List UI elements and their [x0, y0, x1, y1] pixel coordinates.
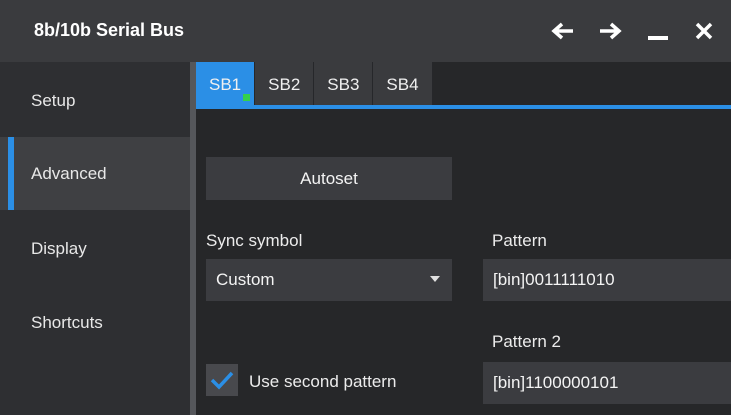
sidebar-item-label: Display [31, 238, 87, 258]
pattern-label: Pattern [492, 231, 547, 250]
window-title: 8b/10b Serial Bus [34, 20, 185, 40]
close-icon[interactable] [689, 16, 719, 46]
title-bar: 8b/10b Serial Bus [0, 0, 731, 62]
sidebar-item-label: Shortcuts [31, 312, 103, 332]
tab-label: SB3 [327, 74, 360, 94]
sync-symbol-value: Custom [216, 270, 275, 289]
tab-sb2[interactable]: SB2 [255, 62, 315, 107]
use-second-pattern-checkbox[interactable] [206, 364, 238, 396]
arrow-right-icon[interactable] [595, 16, 625, 46]
tab-sb3[interactable]: SB3 [314, 62, 374, 107]
arrow-left-icon[interactable] [548, 16, 578, 46]
pattern-value: [bin]0011111010 [493, 270, 615, 289]
chevron-down-icon [430, 276, 440, 282]
sidebar: Setup Advanced Display Shortcuts [0, 62, 190, 415]
pattern2-value: [bin]1100000101 [493, 373, 619, 392]
status-indicator [243, 94, 250, 101]
tab-label: SB4 [386, 74, 419, 94]
sidebar-item-setup[interactable]: Setup [0, 64, 190, 137]
pattern-input[interactable]: [bin]0011111010 [483, 259, 731, 301]
sync-symbol-label: Sync symbol [206, 231, 303, 250]
sidebar-item-label: Advanced [31, 163, 107, 183]
tab-label: SB1 [209, 74, 242, 94]
sidebar-item-advanced[interactable]: Advanced [0, 137, 190, 210]
sync-symbol-select[interactable]: Custom [206, 259, 452, 301]
checkmark-icon [210, 371, 234, 390]
tab-underline [196, 105, 731, 109]
pattern2-input[interactable]: [bin]1100000101 [483, 362, 731, 404]
sidebar-item-display[interactable]: Display [0, 212, 190, 285]
tab-sb1[interactable]: SB1 [196, 62, 256, 107]
minimize-icon[interactable] [643, 16, 673, 46]
sidebar-item-label: Setup [31, 90, 76, 110]
pattern2-label: Pattern 2 [492, 332, 561, 351]
tab-bar: SB1 SB2 SB3 SB4 [196, 62, 433, 107]
tab-sb4[interactable]: SB4 [373, 62, 433, 107]
main-panel: SB1 SB2 SB3 SB4 Autoset Sync symbol Cust… [196, 62, 731, 415]
tab-label: SB2 [268, 74, 301, 94]
autoset-button[interactable]: Autoset [206, 157, 452, 200]
sidebar-item-shortcuts[interactable]: Shortcuts [0, 286, 190, 359]
use-second-pattern-label: Use second pattern [249, 372, 397, 391]
